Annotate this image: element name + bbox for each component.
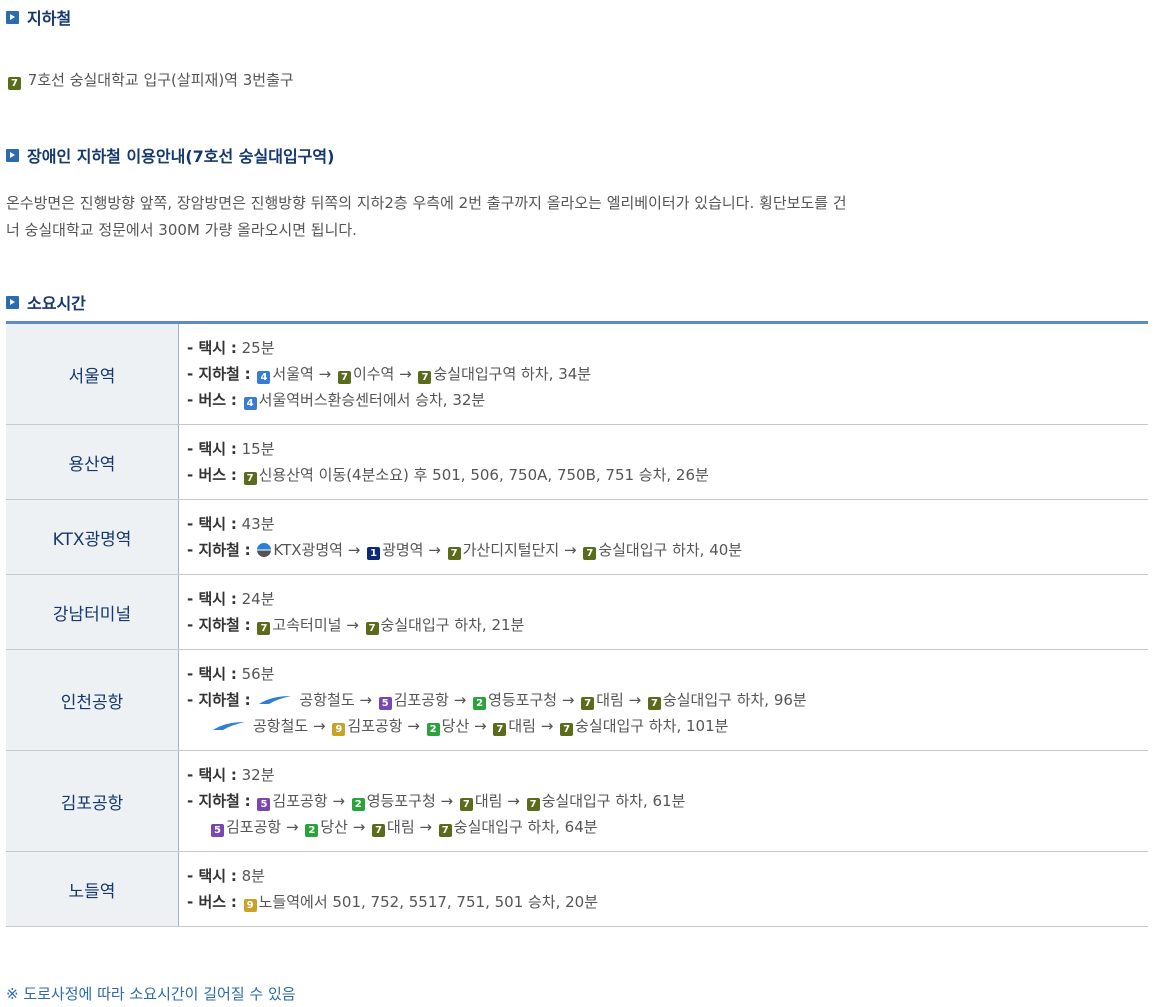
- taxi-line: - 택시 : 56분: [187, 665, 275, 683]
- accessibility-text: 온수방면은 진행방향 앞쪽, 장암방면은 진행방향 뒤쪽의 지하2층 우측에 2…: [6, 190, 847, 244]
- subway-heading-text: 지하철: [27, 9, 72, 28]
- line-7-icon: 7: [526, 798, 540, 811]
- subway-directions: 7 7호선 숭실대학교 입구(살피재)역 3번출구: [6, 69, 294, 90]
- line-5-icon: 5: [257, 798, 271, 811]
- travel-time-table: 서울역 - 택시 : 25분 - 지하철 : 4 서울역 → 7 이수역 → 7 숭실…: [6, 321, 1148, 927]
- line-7-icon: 7: [583, 547, 597, 560]
- line-7-icon: 7: [418, 371, 432, 384]
- table-row: 서울역 - 택시 : 25분 - 지하철 : 4 서울역 → 7 이수역 → 7 숭실…: [6, 322, 1148, 425]
- line-7-icon: 7: [372, 824, 386, 837]
- arrow-bullet-icon: [6, 148, 19, 162]
- line-7-icon: 7: [8, 77, 21, 90]
- line-7-icon: 7: [493, 723, 507, 736]
- line-5-icon: 5: [378, 697, 392, 710]
- arrow-bullet-icon: [6, 10, 19, 24]
- subway-line-alt: 공항철도 → 9 김포공항 → 2 당산 → 7 대림 → 7 숭실대입구 하차, 10…: [187, 713, 1148, 739]
- bus-line: - 버스 : 9 노들역에서 501, 752, 5517, 751, 501 승…: [187, 893, 599, 912]
- taxi-line: - 택시 : 32분: [187, 766, 275, 784]
- traffic-note: ※ 도로사정에 따라 소요시간이 길어질 수 있음: [6, 985, 296, 1003]
- line-1-icon: 1: [367, 547, 381, 560]
- accessibility-heading: 장애인 지하철 이용안내(7호선 숭실대입구역): [6, 143, 334, 167]
- line-5-icon: 5: [211, 824, 224, 837]
- subway-line: - 지하철 : 5 김포공항 → 2 영등포구청 → 7 대림 → 7 숭실대입구 하차…: [187, 792, 686, 811]
- table-row: KTX광명역 - 택시 : 43분 - 지하철 : KTX광명역 → 1 광명역 …: [6, 499, 1148, 575]
- accessibility-text-line: 너 숭실대학교 정문에서 300M 가량 올라오시면 됩니다.: [6, 221, 357, 239]
- table-row: 인천공항 - 택시 : 56분 - 지하철 : 공항철도 → 5 김포공항 → 2…: [6, 649, 1148, 751]
- subway-line: - 지하철 : 4 서울역 → 7 이수역 → 7 숭실대입구역 하차, 34분: [187, 365, 592, 384]
- bus-line: - 버스 : 4 서울역버스환승센터에서 승차, 32분: [187, 391, 486, 410]
- info-cell: - 택시 : 15분 - 버스 : 7 신용산역 이동(4분소요) 후 501, …: [178, 424, 1148, 500]
- info-cell: - 택시 : 8분 - 버스 : 9 노들역에서 501, 752, 5517, …: [178, 851, 1148, 927]
- table-row: 김포공항 - 택시 : 32분 - 지하철 : 5 김포공항 → 2 영등포구청 →…: [6, 750, 1148, 852]
- place-cell: 인천공항: [6, 649, 179, 751]
- place-cell: KTX광명역: [6, 499, 179, 575]
- line-7-icon: 7: [438, 824, 452, 837]
- taxi-line: - 택시 : 24분: [187, 590, 275, 608]
- line-9-icon: 9: [243, 899, 257, 912]
- subway-line: - 지하철 : KTX광명역 → 1 광명역 → 7 가산디지털단지 → 7 숭실대입…: [187, 541, 743, 560]
- place-cell: 김포공항: [6, 750, 179, 852]
- place-cell: 강남터미널: [6, 574, 179, 650]
- travel-time-heading-text: 소요시간: [27, 294, 86, 313]
- taxi-line: - 택시 : 15분: [187, 440, 275, 458]
- line-2-icon: 2: [305, 824, 319, 837]
- info-cell: - 택시 : 24분 - 지하철 : 7 고속터미널 → 7 숭실대입구 하차, 2…: [178, 574, 1148, 650]
- subway-line: - 지하철 : 7 고속터미널 → 7 숭실대입구 하차, 21분: [187, 616, 525, 635]
- line-2-icon: 2: [426, 723, 440, 736]
- info-cell: - 택시 : 56분 - 지하철 : 공항철도 → 5 김포공항 → 2 영등포구청…: [178, 649, 1148, 751]
- travel-time-heading: 소요시간: [6, 290, 86, 314]
- subway-line: - 지하철 : 공항철도 → 5 김포공항 → 2 영등포구청 → 7 대림 → 7숭…: [187, 691, 807, 710]
- accessibility-heading-text: 장애인 지하철 이용안내(7호선 숭실대입구역): [27, 147, 335, 166]
- info-cell: - 택시 : 25분 - 지하철 : 4 서울역 → 7 이수역 → 7 숭실대입구역…: [178, 322, 1148, 425]
- line-2-icon: 2: [473, 697, 487, 710]
- taxi-line: - 택시 : 8분: [187, 867, 265, 885]
- line-7-icon: 7: [243, 472, 257, 485]
- line-7-icon: 7: [365, 622, 379, 635]
- accessibility-text-line: 온수방면은 진행방향 앞쪽, 장암방면은 진행방향 뒤쪽의 지하2층 우측에 2…: [6, 194, 847, 212]
- arrow-bullet-icon: [6, 295, 19, 309]
- line-4-icon: 4: [243, 397, 257, 410]
- subway-line-alt: 5 김포공항 → 2 당산 → 7 대림 → 7 숭실대입구 하차, 64분: [187, 814, 1148, 840]
- place-cell: 용산역: [6, 424, 179, 500]
- table-row: 강남터미널 - 택시 : 24분 - 지하철 : 7 고속터미널 → 7 숭실대입구…: [6, 574, 1148, 650]
- line-9-icon: 9: [332, 723, 346, 736]
- line-7-icon: 7: [647, 697, 661, 710]
- line-7-icon: 7: [560, 723, 574, 736]
- subway-heading: 지하철: [6, 5, 71, 29]
- bus-line: - 버스 : 7 신용산역 이동(4분소요) 후 501, 506, 750A, …: [187, 466, 709, 485]
- table-row: 용산역 - 택시 : 15분 - 버스 : 7 신용산역 이동(4분소요) 후 5…: [6, 424, 1148, 500]
- line-7-icon: 7: [337, 371, 351, 384]
- place-cell: 서울역: [6, 322, 179, 425]
- taxi-line: - 택시 : 25분: [187, 339, 275, 357]
- table-row: 노들역 - 택시 : 8분 - 버스 : 9 노들역에서 501, 752, 55…: [6, 851, 1148, 927]
- taxi-line: - 택시 : 43분: [187, 515, 275, 533]
- line-7-icon: 7: [447, 547, 461, 560]
- line-4-icon: 4: [257, 371, 271, 384]
- airport-railroad-icon: [259, 696, 292, 704]
- line-7-icon: 7: [459, 798, 473, 811]
- line-2-icon: 2: [351, 798, 365, 811]
- info-cell: - 택시 : 32분 - 지하철 : 5 김포공항 → 2 영등포구청 → 7 대림 …: [178, 750, 1148, 852]
- ktx-icon: [257, 543, 272, 557]
- place-cell: 노들역: [6, 851, 179, 927]
- line-7-icon: 7: [257, 622, 271, 635]
- subway-directions-text: 7호선 숭실대학교 입구(살피재)역 3번출구: [27, 71, 294, 89]
- line-7-icon: 7: [581, 697, 595, 710]
- info-cell: - 택시 : 43분 - 지하철 : KTX광명역 → 1 광명역 → 7 가산디지…: [178, 499, 1148, 575]
- airport-railroad-icon: [213, 722, 245, 730]
